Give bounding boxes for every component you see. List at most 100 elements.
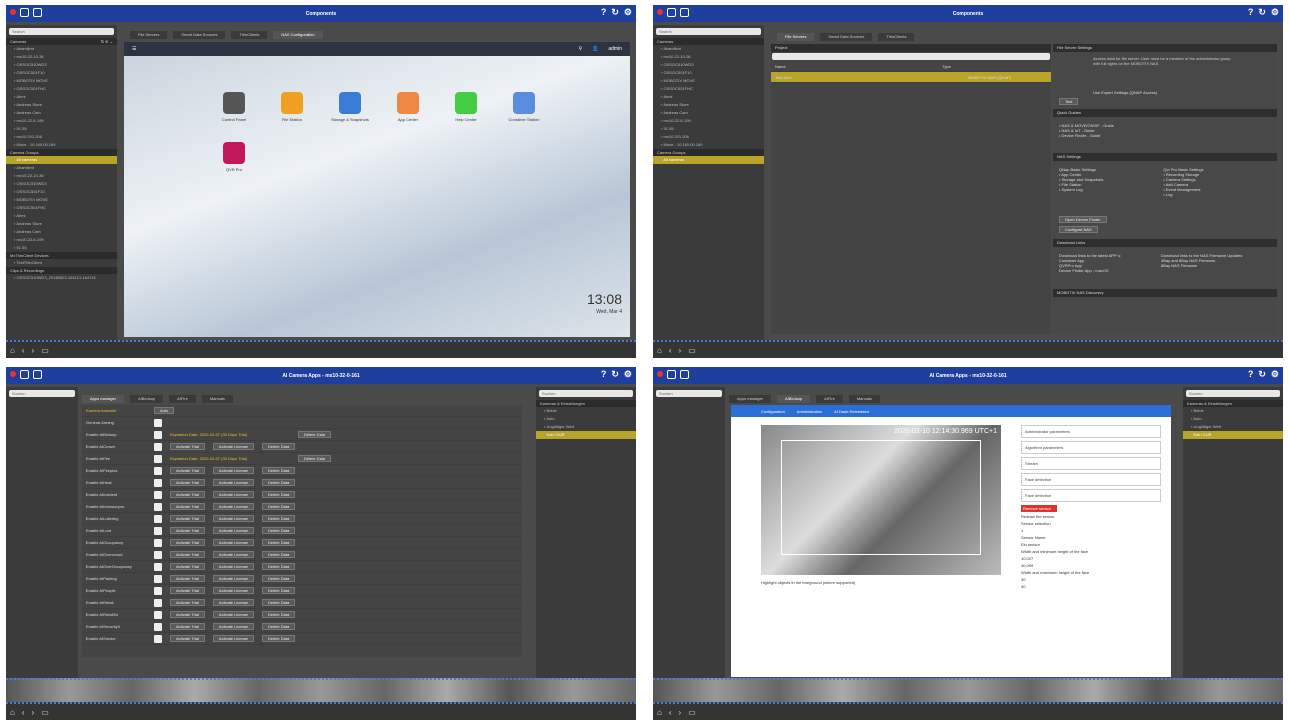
tab[interactable]: Manuals [201, 395, 233, 403]
activate-license-button[interactable]: Activate License [212, 575, 255, 582]
delete-data-button[interactable]: Delete Data [262, 635, 296, 642]
delete-data-button[interactable]: Delete Data [262, 491, 296, 498]
forward-icon[interactable]: › [32, 708, 35, 717]
camera-setting-item[interactable]: Kein GUR [1183, 431, 1283, 439]
tab[interactable]: Smart Data Sources [173, 31, 226, 39]
tab[interactable]: Smart Data Sources [820, 33, 873, 41]
activate-trial-button[interactable]: Activate Trial [170, 479, 205, 486]
enable-checkbox[interactable] [154, 538, 162, 547]
tab[interactable]: AIFire [816, 395, 843, 403]
menu-icon[interactable]: ☰ [132, 46, 136, 52]
tab[interactable]: AIFire [169, 395, 196, 403]
camera-setting-item[interactable]: Kein GUR [536, 431, 636, 439]
enable-checkbox[interactable] [154, 550, 162, 559]
camera-item[interactable]: mx10.201.206 [6, 133, 117, 141]
help-icon[interactable]: ? [1248, 369, 1254, 380]
enable-checkbox[interactable] [154, 454, 162, 463]
activate-trial-button[interactable]: Activate Trial [170, 623, 205, 630]
all-cameras-item[interactable]: All cameras [653, 156, 764, 164]
enable-checkbox[interactable] [154, 586, 162, 595]
param-section[interactable]: Stream [1021, 457, 1161, 470]
activate-trial-button[interactable]: Activate Trial [170, 563, 205, 570]
enable-checkbox[interactable] [154, 634, 162, 643]
enable-checkbox[interactable] [154, 562, 162, 571]
group-camera-item[interactable]: MOBOTIX MOVE [6, 196, 117, 204]
nas-row[interactable]: Test NAS MOBOTIX NAS (QNAP) [771, 72, 1051, 83]
back-icon[interactable]: ‹ [669, 708, 672, 717]
delete-data-button[interactable]: Delete Data [262, 527, 296, 534]
settings-link[interactable]: 8Bay NAS Firmware [1161, 263, 1243, 268]
enable-checkbox[interactable] [154, 478, 162, 487]
activate-license-button[interactable]: Activate License [212, 611, 255, 618]
tab[interactable]: NAS Configuration [273, 31, 323, 39]
delete-data-button[interactable]: Delete Data [262, 539, 296, 546]
screen-icon[interactable]: ▭ [688, 346, 696, 355]
min-face-width[interactable]: 10,007 [1021, 556, 1161, 561]
camera-setting-item[interactable]: Auto [536, 415, 636, 423]
tab[interactable]: ThinClients [878, 33, 915, 41]
activate-trial-button[interactable]: Activate Trial [170, 611, 205, 618]
param-section[interactable]: Administrator parameters [1021, 425, 1161, 438]
device-finder-button[interactable]: Open Device Finder [1059, 216, 1107, 223]
enable-checkbox[interactable] [154, 598, 162, 607]
chat-icon[interactable] [33, 370, 42, 379]
enable-checkbox[interactable] [154, 502, 162, 511]
camera-item[interactable]: mx10-22-6-199 [6, 117, 117, 125]
camera-item[interactable]: 51.55 [653, 125, 764, 133]
app-container-station[interactable]: Container Station [504, 92, 544, 122]
camera-item[interactable]: mx10-22-10-36 [653, 53, 764, 61]
activate-license-button[interactable]: Activate License [212, 599, 255, 606]
activate-license-button[interactable]: Activate License [212, 551, 255, 558]
settings-link[interactable]: • Log [1163, 192, 1203, 197]
min-face-height[interactable]: 40,099 [1021, 563, 1161, 568]
camera-item[interactable]: Ahmi [653, 93, 764, 101]
camera-item[interactable]: OSSOC501F10 [6, 69, 117, 77]
param-section[interactable]: Face detection [1021, 473, 1161, 486]
activate-license-button[interactable]: Activate License [212, 635, 255, 642]
tab[interactable]: Apps manager [729, 395, 772, 403]
delete-data-button[interactable]: Delete Data [298, 431, 332, 438]
camera-select[interactable]: Auto [154, 407, 175, 414]
camera-item[interactable]: OSSOC501FHC [653, 85, 764, 93]
nav-item[interactable]: Configuration [761, 409, 785, 414]
tab[interactable]: AIBioIsop [130, 395, 164, 403]
back-icon[interactable]: ‹ [22, 346, 25, 355]
camera-item[interactable]: Ahmi [6, 93, 117, 101]
camera-item[interactable]: Andreas Cam [653, 109, 764, 117]
enable-checkbox[interactable] [154, 526, 162, 535]
activate-trial-button[interactable]: Activate Trial [170, 539, 205, 546]
screen-icon[interactable]: ▭ [41, 346, 49, 355]
all-cameras-item[interactable]: All cameras [6, 156, 117, 164]
refresh-icon[interactable]: ↻ [1258, 7, 1266, 18]
enable-checkbox[interactable] [154, 610, 162, 619]
activate-trial-button[interactable]: Activate Trial [170, 503, 205, 510]
search-input[interactable]: Search [656, 28, 761, 35]
search-icon[interactable] [20, 8, 29, 17]
activate-trial-button[interactable]: Activate Trial [170, 467, 205, 474]
activate-license-button[interactable]: Activate License [212, 503, 255, 510]
sensor-name-value[interactable]: Ein sensor [1021, 542, 1161, 547]
camera-setting-item[interactable]: Beide [536, 407, 636, 415]
camera-item[interactable]: MOBOTIX MOVE [653, 77, 764, 85]
delete-data-button[interactable]: Delete Data [262, 599, 296, 606]
redraw-sensor-link[interactable]: Redraw the sensor [1021, 514, 1161, 519]
delete-data-button[interactable]: Delete Data [262, 515, 296, 522]
record-icon[interactable] [10, 371, 16, 377]
user-icon[interactable]: 👤 [592, 46, 598, 52]
chat-icon[interactable] [33, 8, 42, 17]
enable-checkbox[interactable] [154, 574, 162, 583]
activate-trial-button[interactable]: Activate Trial [170, 443, 205, 450]
camera-item[interactable]: OSSOC510WD3 [6, 61, 117, 69]
timeline-strip[interactable] [653, 678, 1283, 702]
camera-item[interactable]: Move - 10.160.00.169 [653, 141, 764, 149]
back-icon[interactable]: ‹ [669, 346, 672, 355]
help-icon[interactable]: ? [1248, 7, 1254, 18]
group-camera-item[interactable]: Andreas Cam [6, 228, 117, 236]
delete-data-button[interactable]: Delete Data [262, 563, 296, 570]
gear-icon[interactable]: ⚙ [1271, 7, 1279, 18]
activate-license-button[interactable]: Activate License [212, 587, 255, 594]
activate-trial-button[interactable]: Activate Trial [170, 599, 205, 606]
camera-setting-item[interactable]: Auto [1183, 415, 1283, 423]
app-file-station[interactable]: File Station [272, 92, 312, 122]
camera-item[interactable]: Andreas Store [6, 101, 117, 109]
